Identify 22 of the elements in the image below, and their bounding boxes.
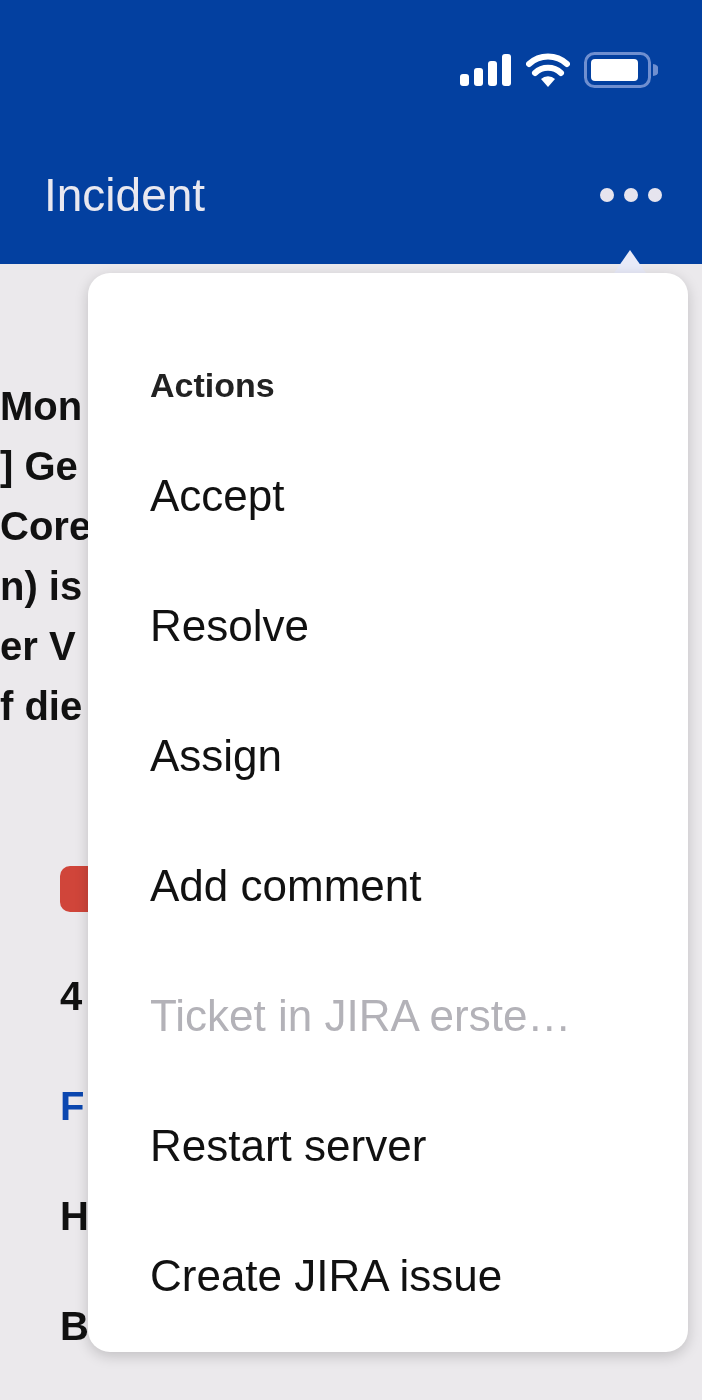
menu-heading: Actions	[150, 365, 276, 406]
menu-item[interactable]: Resolve	[150, 561, 309, 691]
menu-item[interactable]: Create JIRA issue	[150, 1211, 503, 1341]
field-value: H	[60, 1194, 89, 1238]
description-text: ] Ge	[0, 443, 78, 490]
menu-item[interactable]: Add comment	[150, 821, 422, 951]
menu-item[interactable]: Accept	[150, 431, 285, 561]
description-text: f die	[0, 683, 83, 730]
menu-item[interactable]: Restart server	[150, 1081, 427, 1211]
menu-item[interactable]: Assign	[150, 691, 283, 821]
wifi-icon	[526, 53, 570, 87]
field-value: 4	[60, 974, 83, 1018]
field-link[interactable]: F	[60, 1084, 85, 1128]
description-text: Core	[0, 503, 92, 550]
description-text: er V	[0, 623, 76, 670]
more-button[interactable]	[600, 188, 662, 202]
field-value: B	[60, 1304, 89, 1348]
description-text: Mon	[0, 383, 83, 430]
description-text: n) is	[0, 563, 83, 610]
page-title: Incident	[44, 168, 206, 222]
signal-icon	[460, 54, 512, 86]
battery-icon	[584, 52, 658, 88]
